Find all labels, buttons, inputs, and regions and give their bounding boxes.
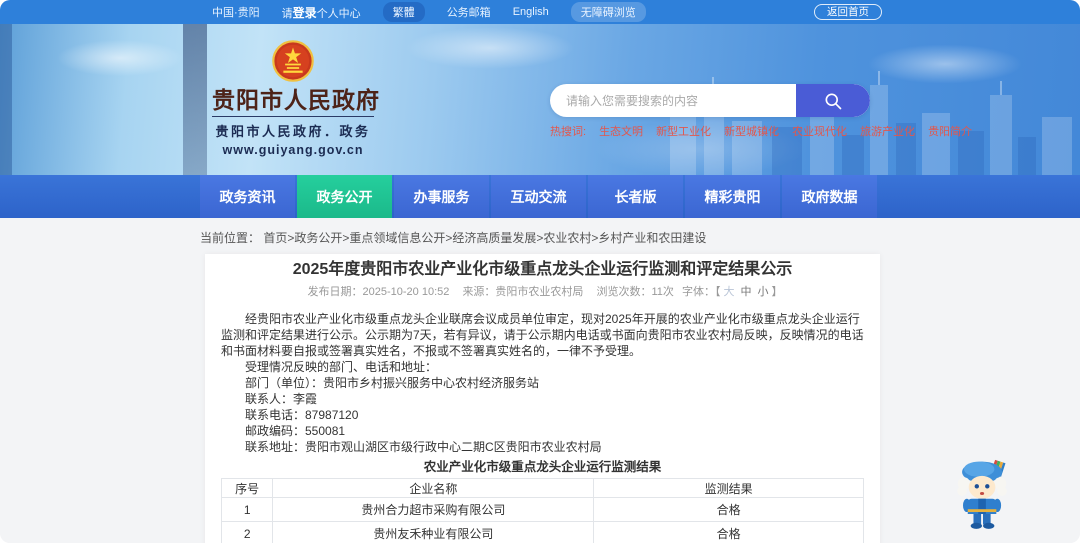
article-paragraph: 部门（单位）：贵阳市乡村振兴服务中心农村经济服务站 — [245, 376, 540, 390]
hot-word[interactable]: 贵阳简介 — [928, 123, 972, 139]
article-card: 2025年度贵阳市农业产业化市级重点龙头企业运行监测和评定结果公示 发布日期：2… — [205, 254, 880, 543]
english-link[interactable]: English — [513, 6, 549, 18]
hot-word[interactable]: 新型工业化 — [656, 123, 711, 139]
nav-item-hudong-jiaoliu[interactable]: 互动交流 — [491, 175, 586, 218]
publish-date: 发布日期：2025-10-20 10:52 — [307, 286, 450, 298]
font-size-large-button[interactable]: 大 — [723, 286, 734, 298]
table-row: 1 贵州合力超市采购有限公司 合格 — [220, 497, 864, 522]
article-paragraph: 联系人：李霞 — [245, 392, 318, 406]
font-size-label: 字体：【 — [681, 286, 721, 298]
search-input[interactable] — [550, 84, 796, 117]
cell-result: 合格 — [593, 497, 864, 522]
table-row: 2 贵州友禾种业有限公司 合格 — [220, 521, 864, 543]
accessibility-link[interactable]: 无障碍浏览 — [570, 2, 646, 22]
nav-item-zhengfu-shuju[interactable]: 政府数据 — [782, 175, 877, 218]
font-size-medium-button[interactable]: 中 — [740, 286, 751, 298]
cell-company: 贵州友禾种业有限公司 — [272, 521, 595, 543]
view-count: 浏览次数：11次 — [596, 286, 674, 298]
monitoring-result-table: 序号 企业名称 监测结果 1 贵州合力超市采购有限公司 合格 2 贵州友禾种业有… — [220, 478, 864, 543]
col-header-index: 序号 — [220, 478, 274, 498]
region-link[interactable]: 中国·贵阳 — [212, 4, 260, 20]
nav-item-zhangzheban[interactable]: 长者版 — [588, 175, 683, 218]
nav-item-banshi-fuwu[interactable]: 办事服务 — [394, 175, 489, 218]
cell-result: 合格 — [593, 521, 864, 543]
nav-item-zhengwu-zixun[interactable]: 政务资讯 — [200, 175, 295, 218]
font-size-small-button[interactable]: 小 — [757, 286, 768, 298]
site-url: www.guiyang.gov.cn — [222, 143, 364, 157]
article-paragraph: 联系电话：87987120 — [245, 408, 359, 422]
article-paragraph: 受理情况反映的部门、电话和地址： — [245, 360, 438, 374]
mascot-assistant-icon[interactable] — [952, 453, 1014, 533]
breadcrumb-label: 当前位置： — [200, 231, 261, 245]
article-paragraph: 经贵阳市农业产业化市级重点龙头企业联席会议成员单位审定，现对2025年开展的农业… — [221, 312, 864, 358]
banner-left-edge-decor — [0, 24, 12, 175]
content-area: 当前位置： 首页>政务公开>重点领域信息公开>经济高质量发展>农业农村>乡村产业… — [0, 218, 1080, 543]
site-logo-block[interactable]: 贵阳市人民政府 贵阳市人民政府．政务 www.guiyang.gov.cn — [212, 40, 380, 157]
nav-item-jingcai-guiyang[interactable]: 精彩贵阳 — [685, 175, 780, 218]
browser-page: 中国·贵阳 请登录个人中心 繁體 公务邮箱 English 无障碍浏览 返回首页 — [0, 0, 1080, 543]
article-source: 来源：贵阳市农业农村局 — [462, 286, 584, 298]
site-subtitle: 贵阳市人民政府．政务 — [215, 124, 371, 139]
font-size-label-close: 】 — [771, 286, 783, 298]
cell-index: 1 — [220, 497, 274, 522]
search-block: 热搜词: 生态文明 新型工业化 新型城镇化 农业现代化 旅游产业化 贵阳简介 — [550, 84, 972, 139]
main-nav: 政务资讯 政务公开 办事服务 互动交流 长者版 精彩贵阳 政府数据 — [0, 175, 1080, 218]
hot-word[interactable]: 生态文明 — [599, 123, 643, 139]
hot-word[interactable]: 农业现代化 — [792, 123, 847, 139]
hot-word[interactable]: 旅游产业化 — [860, 123, 915, 139]
hot-word[interactable]: 新型城镇化 — [724, 123, 779, 139]
official-mail-link[interactable]: 公务邮箱 — [447, 4, 491, 20]
cell-company: 贵州合力超市采购有限公司 — [272, 497, 595, 522]
article-title: 2025年度贵阳市农业产业化市级重点龙头企业运行监测和评定结果公示 — [292, 261, 793, 278]
article-paragraph: 联系地址：贵阳市观山湖区市级行政中心二期C区贵阳市农业农村局 — [245, 440, 602, 454]
breadcrumb: 当前位置： 首页>政务公开>重点领域信息公开>经济高质量发展>农业农村>乡村产业… — [0, 218, 1080, 246]
nav-item-zhengwu-gongkai[interactable]: 政务公开 — [297, 175, 392, 218]
return-home-button[interactable]: 返回首页 — [814, 4, 882, 20]
traditional-chinese-link[interactable]: 繁體 — [382, 2, 425, 22]
hot-search-label: 热搜词: — [550, 126, 587, 138]
table-header-row: 序号 企业名称 监测结果 — [220, 478, 864, 498]
article-meta: 发布日期：2025-10-20 10:52 来源：贵阳市农业农村局 浏览次数：1… — [221, 286, 864, 299]
search-icon — [825, 93, 842, 109]
cell-index: 2 — [220, 521, 274, 543]
national-emblem-icon — [272, 40, 314, 82]
result-table-title: 农业产业化市级重点龙头企业运行监测结果 — [423, 460, 662, 474]
login-link[interactable]: 请登录个人中心 — [282, 4, 361, 21]
banner-building-strip — [183, 24, 207, 175]
login-bold[interactable]: 登录 — [293, 6, 317, 20]
article-paragraph: 邮政编码：550081 — [245, 424, 346, 438]
search-button[interactable] — [796, 84, 870, 117]
top-utility-bar: 中国·贵阳 请登录个人中心 繁體 公务邮箱 English 无障碍浏览 返回首页 — [0, 0, 1080, 24]
site-banner: 贵阳市人民政府 贵阳市人民政府．政务 www.guiyang.gov.cn 热搜… — [0, 24, 1080, 175]
col-header-result: 监测结果 — [593, 478, 864, 498]
col-header-company: 企业名称 — [272, 478, 595, 498]
logo-divider — [212, 116, 374, 117]
hot-search-row: 热搜词: 生态文明 新型工业化 新型城镇化 农业现代化 旅游产业化 贵阳简介 — [550, 123, 972, 139]
breadcrumb-path[interactable]: 首页>政务公开>重点领域信息公开>经济高质量发展>农业农村>乡村产业和农田建设 — [263, 231, 706, 245]
search-box — [550, 84, 870, 117]
site-name: 贵阳市人民政府 — [212, 87, 380, 113]
